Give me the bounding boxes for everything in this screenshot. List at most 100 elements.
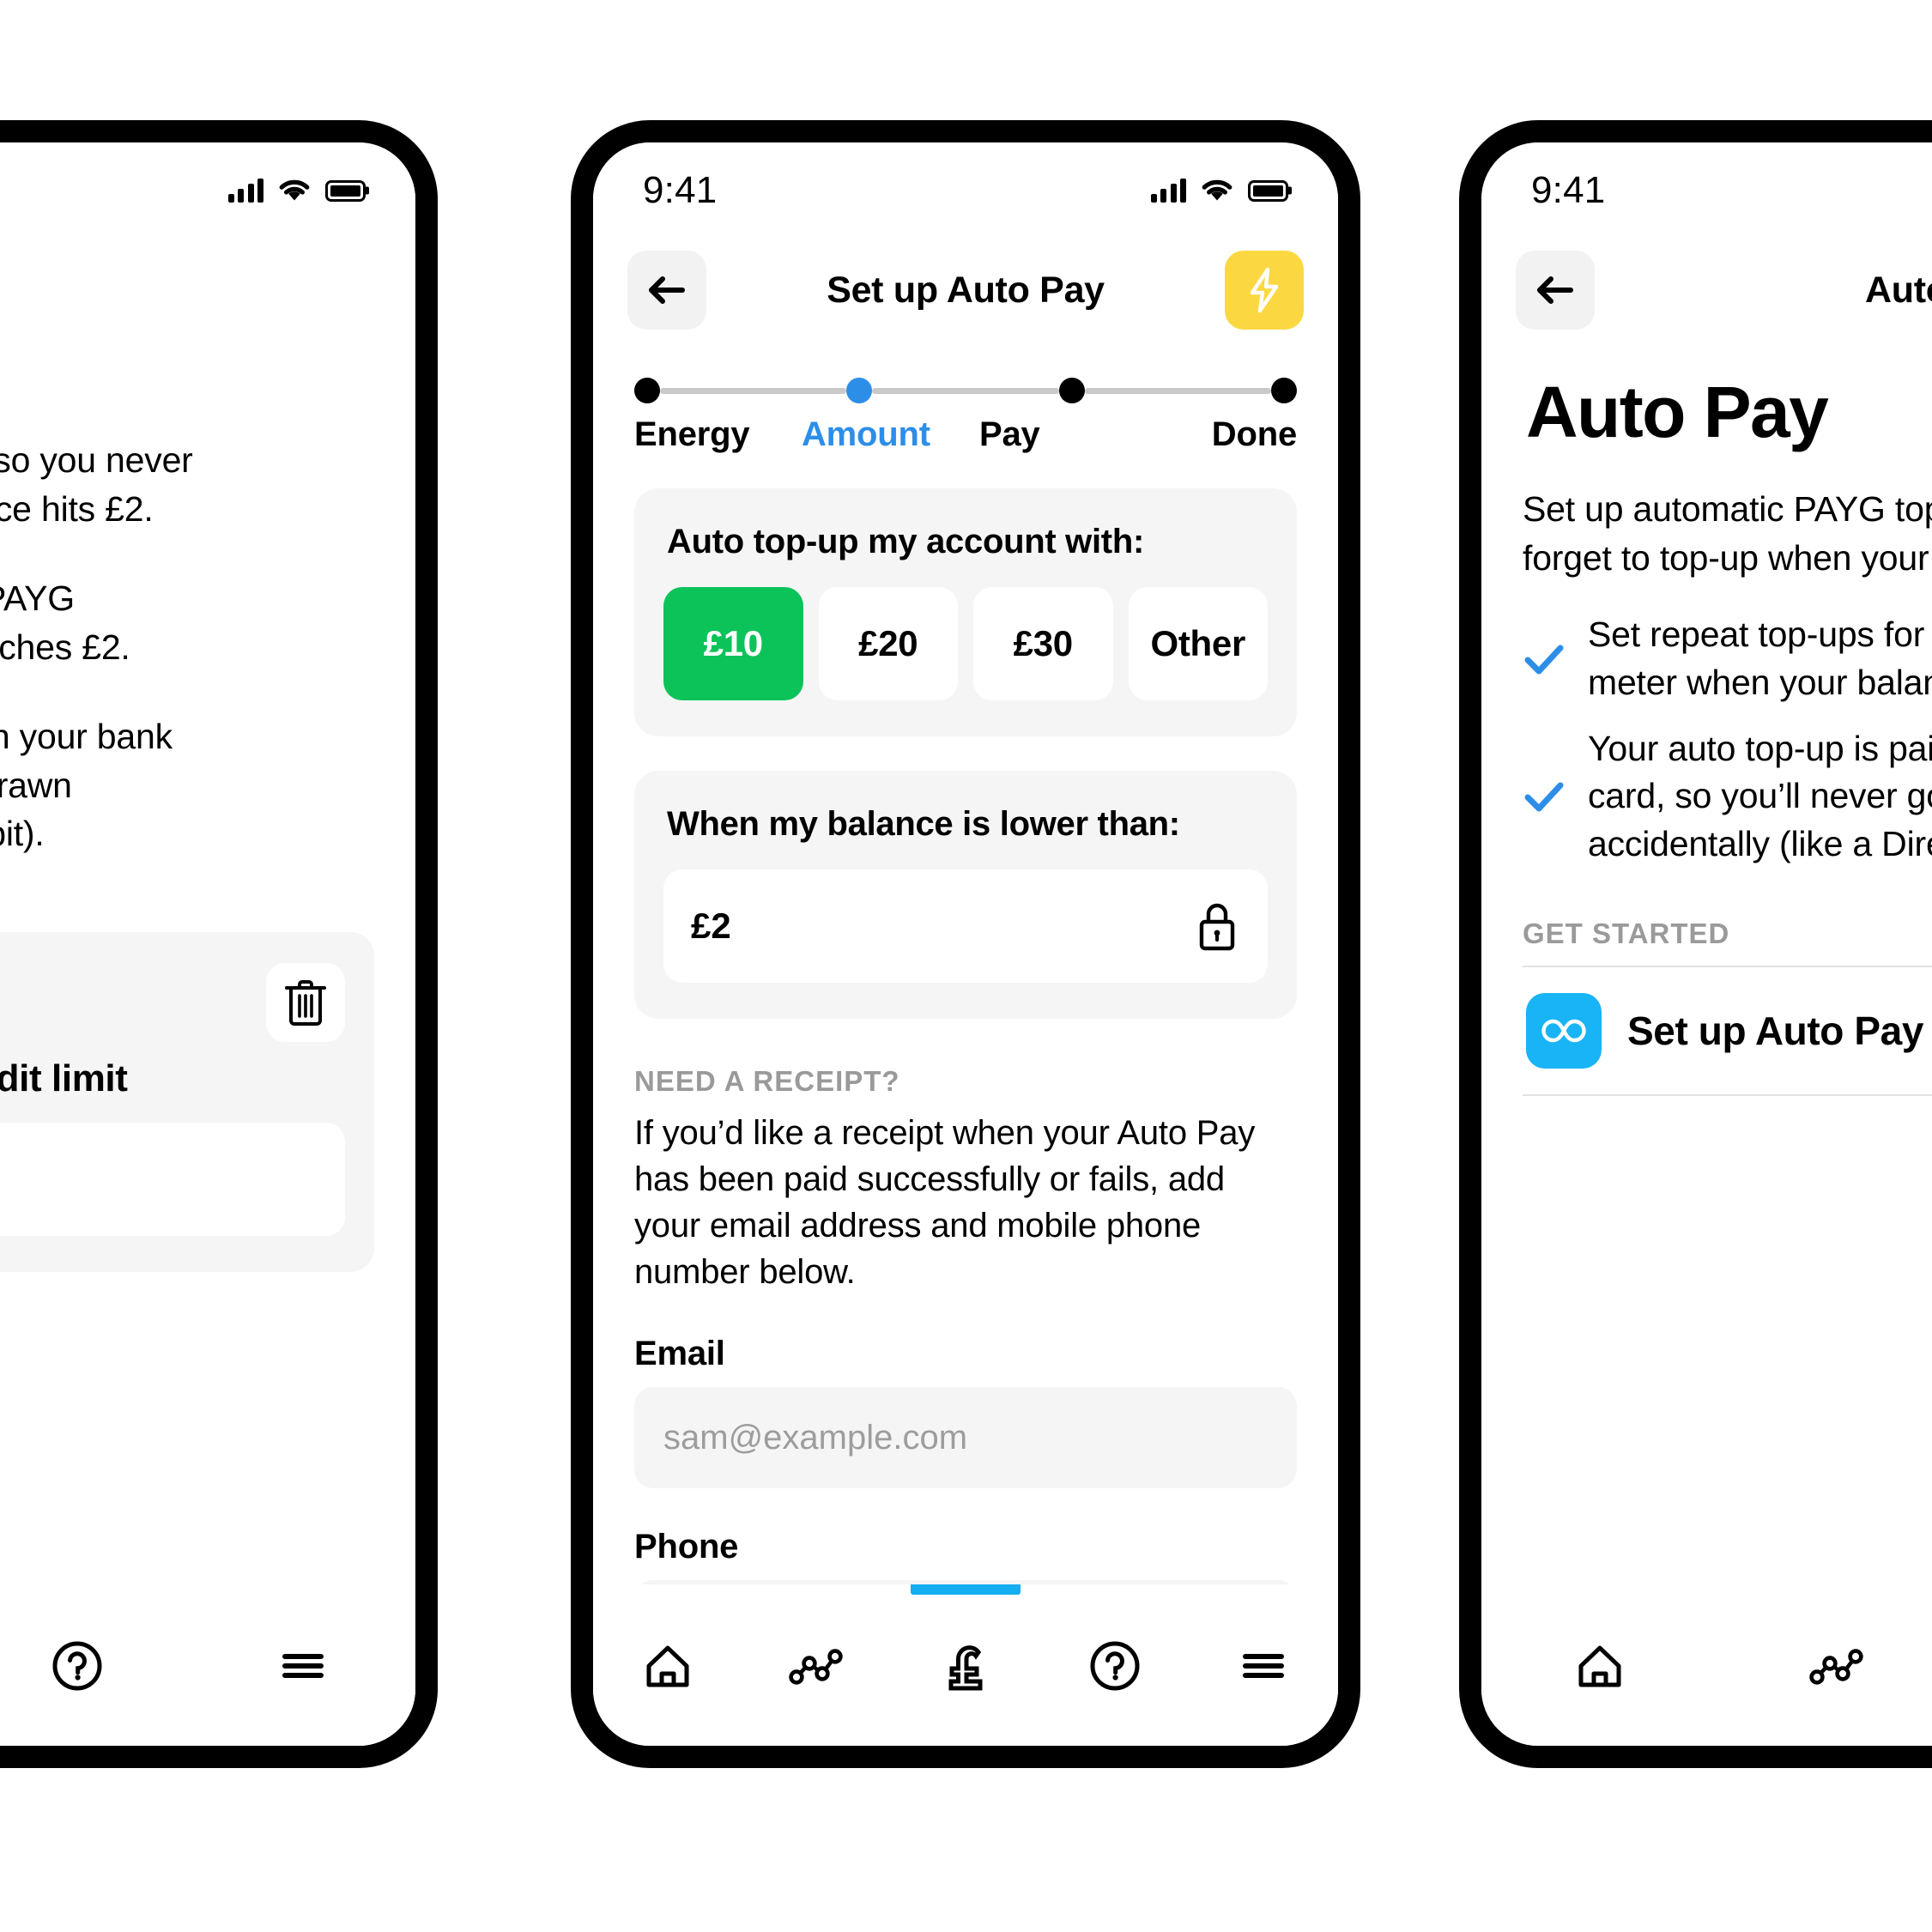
credit-limit-label: Credit limit	[0, 1057, 128, 1100]
infinity-icon-tile	[1526, 992, 1602, 1069]
tab-home-right[interactable]	[1481, 1584, 1718, 1746]
benefit-1-line-2: meter when your balance	[1588, 662, 1932, 702]
step-dot-pay[interactable]	[1058, 378, 1085, 403]
amount-option-20[interactable]: £20	[818, 587, 958, 700]
tab-menu-left[interactable]	[190, 1584, 415, 1746]
nav-bar-right: Auto Pay	[1481, 225, 1932, 333]
credit-limit-value[interactable]: £2.00	[0, 1123, 345, 1237]
wifi-icon	[279, 179, 310, 201]
content-right: Auto Pay Set up automatic PAYG top-u for…	[1481, 333, 1932, 1096]
receipt-paragraph: If you’d like a receipt when your Auto P…	[634, 1114, 1256, 1291]
step-label-pay[interactable]: Pay	[960, 415, 1138, 454]
left-intro-line-2: when your balance hits £2.	[0, 488, 154, 529]
tab-home-middle[interactable]	[593, 1584, 742, 1746]
status-time-middle: 9:41	[643, 169, 718, 211]
lightning-bolt-icon	[1250, 267, 1279, 313]
auto-pay-intro: Set up automatic PAYG top-u forget to to…	[1523, 485, 1932, 582]
question-circle-icon	[1090, 1641, 1140, 1691]
tab-active-indicator	[910, 1584, 1021, 1595]
phone-label: Phone	[634, 1528, 739, 1566]
content-middle: Auto top-up my account with: £10 £20 £30…	[593, 488, 1338, 1681]
get-started-label: GET STARTED	[1523, 917, 1730, 949]
amount-options: £10 £20 £30 Other	[663, 587, 1268, 700]
balance-threshold-card: When my balance is lower than: £2	[634, 771, 1297, 1019]
email-label: Email	[634, 1335, 725, 1372]
nav-bar-middle: Set up Auto Pay	[593, 225, 1338, 333]
step-dot-amount[interactable]	[846, 378, 873, 403]
amount-option-10[interactable]: £10	[663, 587, 803, 700]
step-connector-2	[872, 387, 1059, 394]
amount-option-30[interactable]: £30	[973, 587, 1113, 700]
tab-pound-middle[interactable]	[891, 1584, 1040, 1746]
home-icon	[646, 1645, 689, 1687]
check-icon	[1524, 645, 1564, 674]
back-button[interactable]	[1516, 251, 1595, 330]
status-bar-middle: 9:41	[593, 142, 1338, 225]
battery-icon	[325, 179, 366, 202]
benefit-item-2-text: Your auto top-up is paid card, so you’ll…	[1588, 725, 1932, 868]
set-up-auto-pay-row[interactable]: Set up Auto Pay	[1523, 965, 1932, 1096]
screen-left: 9:41 Auto Pay c PAYG top-ups so you neve…	[0, 142, 415, 1746]
stepper-labels: Energy Amount Pay Done	[634, 415, 1297, 454]
battery-icon	[1248, 179, 1288, 202]
screen-right: 9:41 Auto Pay Auto Pay Set u	[1481, 142, 1932, 1746]
step-dot-done[interactable]	[1270, 378, 1297, 403]
phone-right: 9:41 Auto Pay Auto Pay Set u	[1459, 120, 1932, 1768]
tab-usage-middle[interactable]	[742, 1584, 892, 1746]
left-bullet-1-line-2: your balance reaches £2.	[0, 627, 130, 667]
phone-left: 9:41 Auto Pay c PAYG top-ups so you neve…	[0, 120, 438, 1768]
balance-threshold-field[interactable]: £2	[663, 869, 1268, 983]
tab-help-middle[interactable]	[1040, 1584, 1190, 1746]
back-button[interactable]	[627, 251, 706, 330]
amount-option-other[interactable]: Other	[1128, 587, 1268, 700]
check-icon	[1524, 782, 1564, 812]
boost-button[interactable]	[1225, 251, 1304, 330]
balance-threshold-title: When my balance is lower than:	[667, 805, 1180, 843]
tab-help-left[interactable]	[0, 1584, 190, 1746]
benefit-item-2: Your auto top-up is paid card, so you’ll…	[1523, 725, 1932, 868]
pound-icon	[948, 1645, 983, 1691]
wifi-icon	[1202, 179, 1232, 201]
step-label-amount[interactable]: Amount	[793, 415, 960, 454]
receipt-eyebrow: NEED A RECEIPT?	[634, 1065, 900, 1097]
step-connector-3	[1084, 387, 1271, 394]
topup-amount-title: Auto top-up my account with:	[667, 523, 1144, 560]
arrow-left-icon	[1537, 276, 1573, 304]
benefit-item-1: Set repeat top-ups for yo meter when you…	[1523, 611, 1932, 706]
tab-usage-right[interactable]	[1718, 1584, 1932, 1746]
hamburger-menu-icon	[1243, 1654, 1285, 1678]
tab-bar-right	[1481, 1584, 1932, 1746]
step-connector-1	[660, 387, 847, 394]
infinity-icon	[1541, 1019, 1586, 1043]
tab-bar-middle	[593, 1584, 1338, 1746]
step-dot-energy[interactable]	[634, 378, 660, 403]
benefit-2-line-3: accidentally (like a Direct	[1588, 823, 1932, 863]
set-up-auto-pay-label: Set up Auto Pay	[1627, 1008, 1923, 1053]
tab-menu-middle[interactable]	[1189, 1584, 1338, 1746]
auto-pay-intro-line-2: forget to top-up when your b	[1523, 537, 1932, 578]
phone-middle: 9:41 Set up Auto Pay Energy Amount Pay D…	[571, 120, 1360, 1768]
benefit-2-line-1: Your auto top-up is paid	[1588, 728, 1932, 768]
auto-pay-heading: Auto Pay	[1526, 372, 1829, 452]
status-icons-middle	[1150, 179, 1288, 203]
topup-amount-card: Auto top-up my account with: £10 £20 £30…	[634, 488, 1297, 736]
step-label-done[interactable]: Done	[1138, 415, 1297, 454]
content-left: c PAYG top-ups so you never when your ba…	[0, 333, 415, 1273]
email-field[interactable]: sam@example.com	[634, 1387, 1297, 1488]
benefits-list: Set repeat top-ups for yo meter when you…	[1523, 611, 1932, 868]
left-bullet-2: op-up is paid with your bank ll never go…	[0, 712, 415, 858]
nav-bar-left: Auto Pay	[0, 225, 415, 333]
status-icons-left	[227, 179, 366, 203]
delete-credit-limit-button[interactable]	[266, 963, 345, 1043]
signal-bars-icon	[227, 179, 263, 203]
step-label-energy[interactable]: Energy	[634, 415, 793, 454]
usage-graph-icon	[1809, 1649, 1863, 1685]
screenshot-canvas: 9:41 Auto Pay c PAYG top-ups so you neve…	[0, 0, 1932, 1932]
question-circle-icon	[52, 1641, 102, 1691]
screen-middle: 9:41 Set up Auto Pay Energy Amount Pay D…	[593, 142, 1338, 1746]
left-intro: c PAYG top-ups so you never when your ba…	[0, 436, 415, 533]
benefit-1-line-1: Set repeat top-ups for yo	[1588, 615, 1932, 655]
balance-threshold-value: £2	[691, 905, 731, 946]
arrow-left-icon	[649, 276, 685, 304]
left-bullet-1: op-ups for your PAYG your balance reache…	[0, 574, 415, 671]
